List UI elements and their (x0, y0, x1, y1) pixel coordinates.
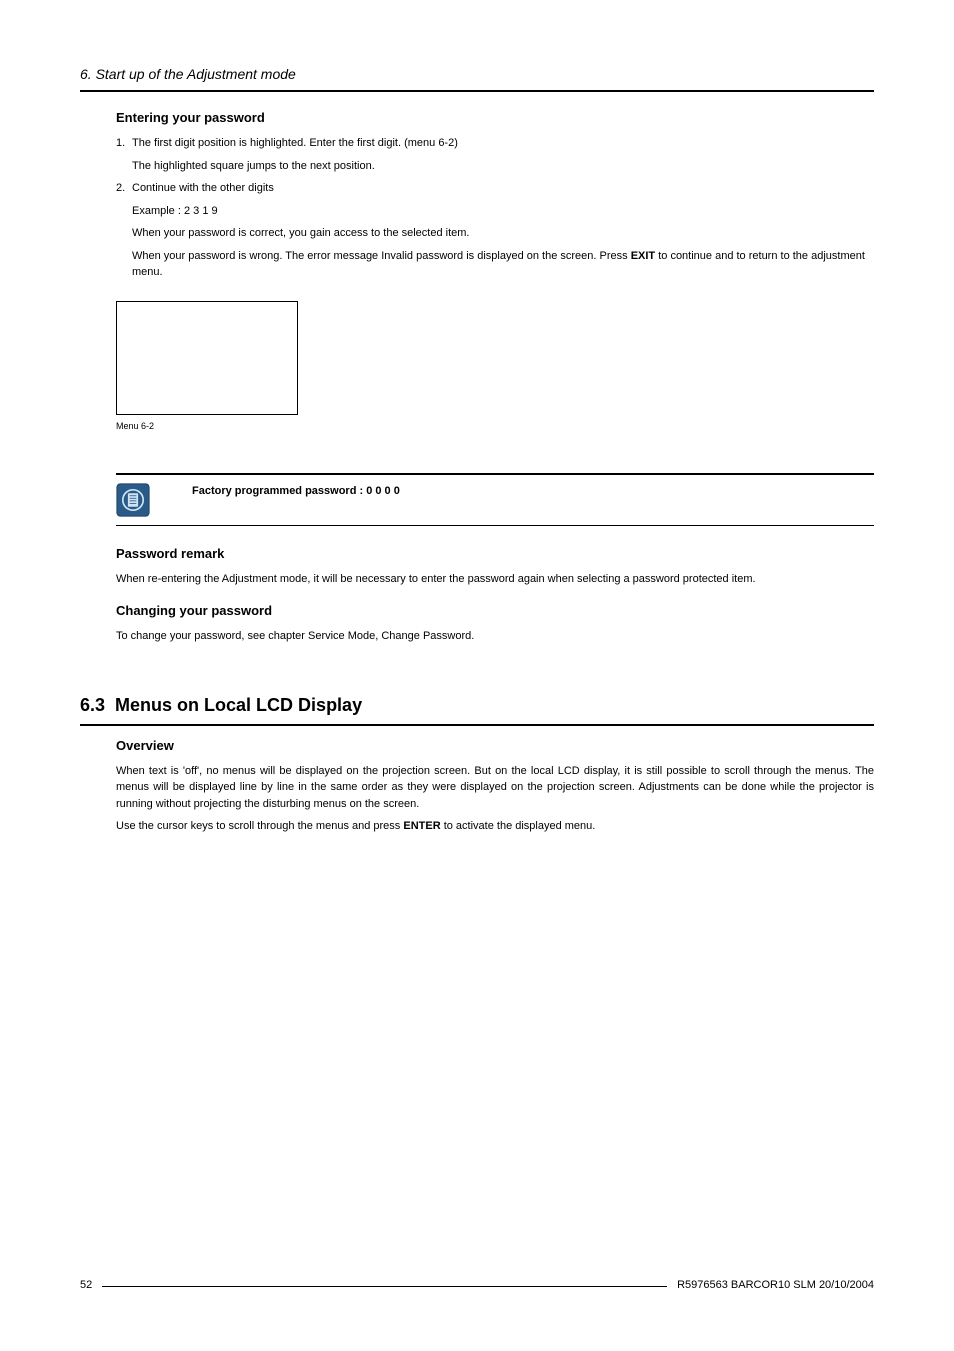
password-steps: 1.The first digit position is highlighte… (116, 135, 874, 281)
footer-rule (102, 1286, 667, 1287)
note-text: Factory programmed password : 0 0 0 0 (192, 483, 400, 497)
text-fragment: Use the cursor keys to scroll through th… (116, 820, 403, 832)
step-text: Continue with the other digits (132, 182, 274, 194)
factory-password-note: Factory programmed password : 0 0 0 0 (116, 473, 874, 526)
step-text: The first digit position is highlighted.… (132, 137, 458, 149)
enter-key-label: ENTER (403, 820, 440, 832)
changing-password-text: To change your password, see chapter Ser… (116, 628, 874, 645)
header-rule (80, 90, 874, 92)
step-subtext: The highlighted square jumps to the next… (132, 158, 874, 175)
note-inner: Factory programmed password : 0 0 0 0 (116, 475, 874, 525)
footer-line: 52 R5976563 BARCOR10 SLM 20/10/2004 (80, 1279, 874, 1291)
document-id: R5976563 BARCOR10 SLM 20/10/2004 (677, 1279, 874, 1291)
note-rule-bottom (116, 525, 874, 526)
section-rule (80, 724, 874, 726)
page: 6. Start up of the Adjustment mode Enter… (0, 0, 954, 1351)
menu-6-2-figure (116, 301, 298, 415)
overview-paragraph-1: When text is 'off', no menus will be dis… (116, 763, 874, 813)
main-content: Entering your password 1.The first digit… (116, 110, 874, 645)
example-text: Example : 2 3 1 9 (132, 203, 874, 220)
password-remark-text: When re-entering the Adjustment mode, it… (116, 571, 874, 588)
password-wrong-text: When your password is wrong. The error m… (132, 248, 874, 281)
chapter-header: 6. Start up of the Adjustment mode (80, 66, 874, 82)
text-fragment: to activate the displayed menu. (441, 820, 596, 832)
section-6-3-content: Overview When text is 'off', no menus wi… (116, 738, 874, 835)
section-6-3-title: 6.3 Menus on Local LCD Display (80, 695, 874, 716)
overview-paragraph-2: Use the cursor keys to scroll through th… (116, 818, 874, 835)
page-footer: 52 R5976563 BARCOR10 SLM 20/10/2004 (80, 1279, 874, 1291)
password-correct-text: When your password is correct, you gain … (132, 225, 874, 242)
exit-key-label: EXIT (631, 250, 655, 262)
section-number: 6.3 (80, 695, 105, 715)
step-number: 2. (116, 180, 132, 197)
heading-overview: Overview (116, 738, 874, 753)
step-1: 1.The first digit position is highlighte… (116, 135, 874, 174)
page-number: 52 (80, 1279, 92, 1291)
section-name: Menus on Local LCD Display (115, 695, 362, 715)
note-icon (116, 483, 150, 517)
step-number: 1. (116, 135, 132, 152)
text-fragment: When your password is wrong. The error m… (132, 250, 631, 262)
step-2: 2.Continue with the other digits Example… (116, 180, 874, 281)
heading-password-remark: Password remark (116, 546, 874, 561)
figure-caption: Menu 6-2 (116, 421, 874, 431)
heading-changing-password: Changing your password (116, 603, 874, 618)
heading-entering-password: Entering your password (116, 110, 874, 125)
